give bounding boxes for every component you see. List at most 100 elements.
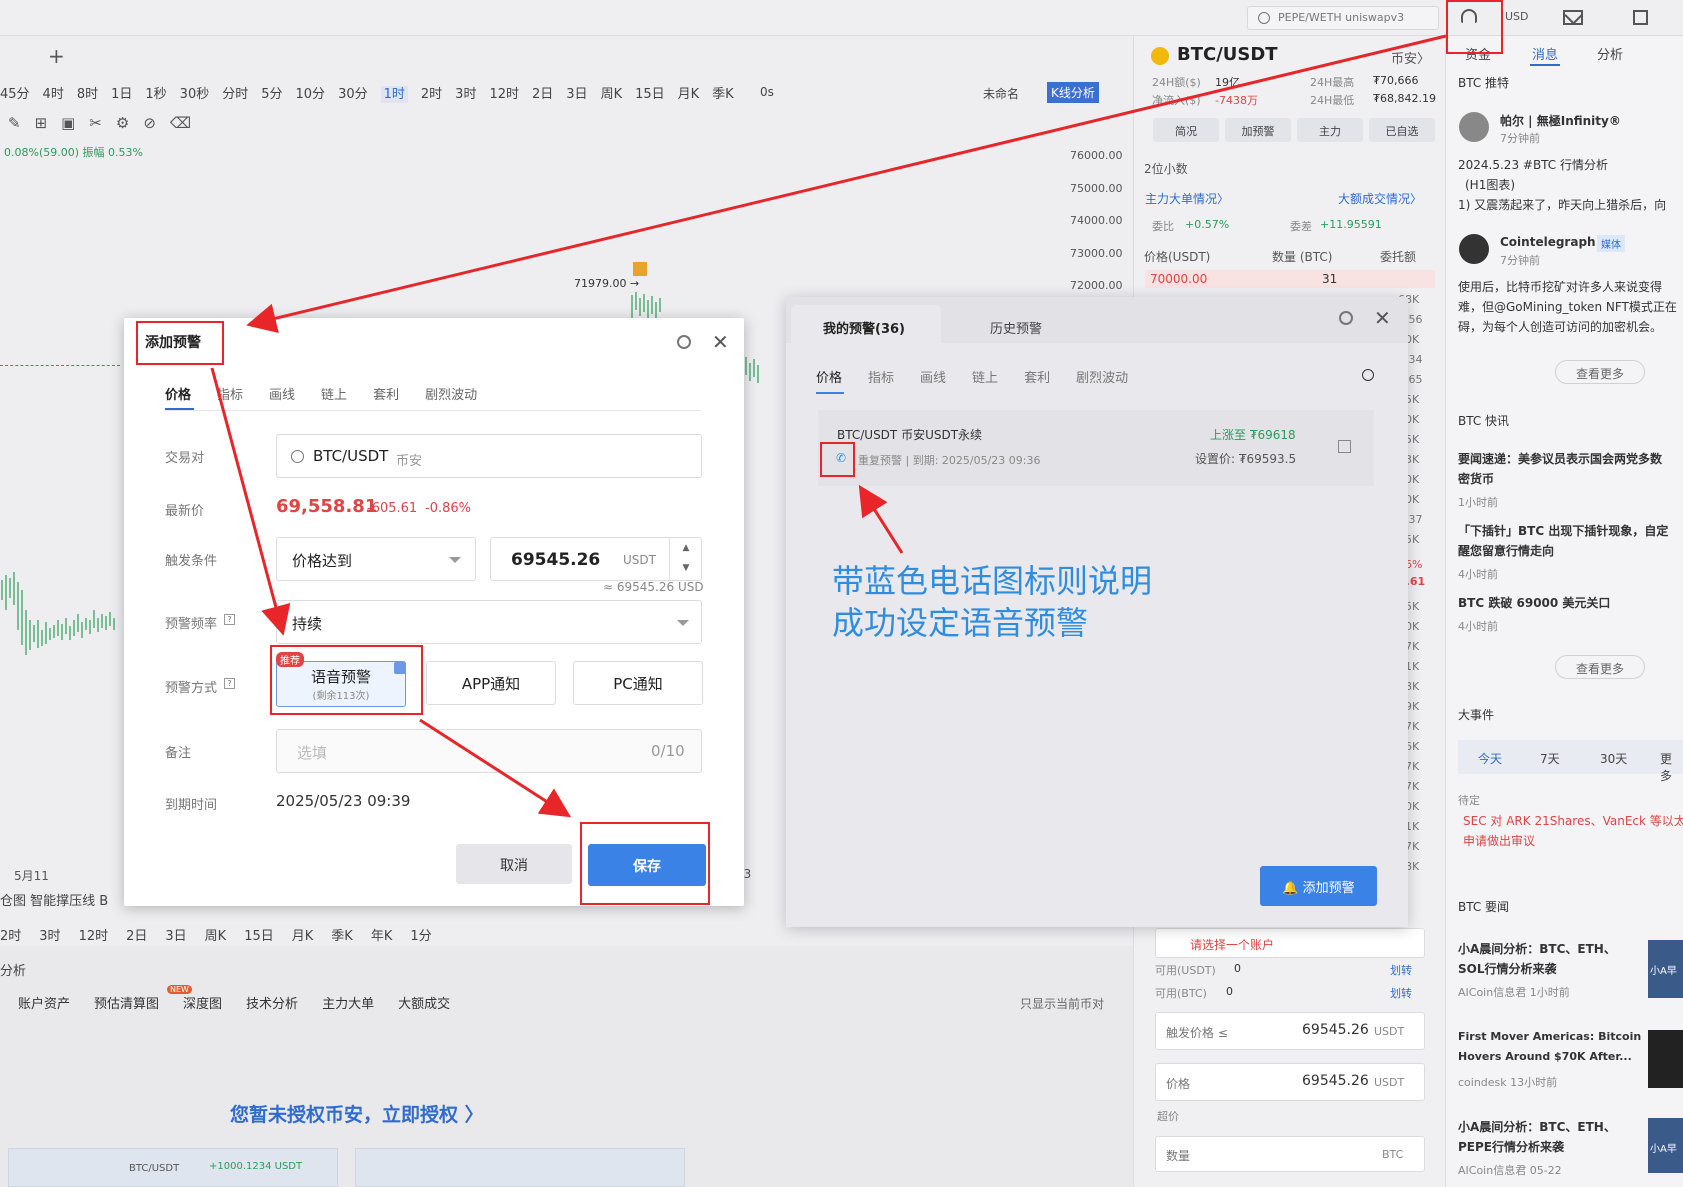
- flash-line[interactable]: 密货币: [1458, 470, 1494, 487]
- k-analysis-button[interactable]: K线分析: [1047, 82, 1099, 103]
- help-icon[interactable]: ?: [224, 614, 235, 625]
- flash-line[interactable]: 「下插针」BTC 出现下插针现象，自定: [1458, 522, 1668, 539]
- drawing-toolbar[interactable]: ✎⊞▣✂⚙⊘⌫: [8, 114, 205, 132]
- app-notify-option[interactable]: APP通知: [426, 661, 556, 705]
- search-icon[interactable]: [1362, 369, 1374, 381]
- tab-analysis[interactable]: 分析: [1597, 44, 1623, 63]
- pc-notify-option[interactable]: PC通知: [573, 661, 703, 705]
- zero-label[interactable]: 0s: [760, 85, 774, 99]
- close-icon[interactable]: ✕: [712, 330, 729, 354]
- author-name[interactable]: 帕尔 | 無極Infinity®: [1500, 112, 1621, 129]
- news-thumb[interactable]: [1648, 1030, 1683, 1088]
- promo-thumb-1[interactable]: BTC/USDT +1000.1234 USDT: [8, 1148, 338, 1187]
- tab-news[interactable]: 消息: [1532, 44, 1558, 63]
- add-alert-button[interactable]: 🔔 添加预警: [1260, 866, 1377, 906]
- add-tab-icon[interactable]: +: [48, 44, 65, 68]
- tab-my-alerts[interactable]: 我的预警(36): [823, 318, 905, 337]
- help-icon[interactable]: ?: [224, 678, 235, 689]
- edit-icon[interactable]: [1338, 440, 1351, 453]
- flash-line[interactable]: BTC 跌破 69000 美元关口: [1458, 594, 1610, 611]
- layout-name[interactable]: 未命名: [983, 85, 1019, 102]
- watch-line[interactable]: PEPE行情分析来袭: [1458, 1138, 1564, 1155]
- tf-item[interactable]: 1日: [111, 87, 132, 102]
- tf-item-active[interactable]: 1时: [380, 86, 408, 103]
- frequency-select[interactable]: 持续: [276, 600, 702, 644]
- watch-line[interactable]: Hovers Around $70K After...: [1458, 1050, 1632, 1063]
- post-line[interactable]: 2024.5.23 #BTC 行情分析: [1458, 156, 1608, 173]
- tf-item[interactable]: 2时: [421, 87, 442, 102]
- tf-item[interactable]: 4时: [43, 87, 64, 102]
- main-force-button[interactable]: 主力: [1297, 118, 1363, 142]
- avatar[interactable]: [1459, 234, 1489, 264]
- overview-button[interactable]: 简况: [1153, 118, 1219, 142]
- tf-item[interactable]: 30秒: [180, 87, 210, 102]
- tf-item[interactable]: 3时: [455, 87, 476, 102]
- tf-item[interactable]: 15日: [635, 87, 665, 102]
- event-tab-today[interactable]: 今天: [1478, 750, 1502, 767]
- event-tab-7d[interactable]: 7天: [1540, 750, 1560, 767]
- main-order-link[interactable]: 主力大单情况〉: [1145, 190, 1229, 207]
- post-line[interactable]: (H1图表): [1465, 176, 1515, 193]
- account-select[interactable]: 请选择一个账户: [1155, 928, 1425, 958]
- tf-item[interactable]: 10分: [296, 87, 326, 102]
- pair-input[interactable]: BTC/USDT 币安: [276, 434, 702, 478]
- promo-thumb-2[interactable]: [355, 1148, 685, 1187]
- tf-item[interactable]: 月K: [678, 87, 700, 102]
- tab-drawing[interactable]: 画线: [269, 388, 295, 403]
- ob-exchange[interactable]: 币安〉: [1391, 48, 1430, 67]
- post-line[interactable]: 使用后，比特币挖矿对许多人来说变得: [1458, 278, 1662, 295]
- tab-tech[interactable]: 技术分析: [246, 997, 298, 1012]
- tab-onchain[interactable]: 链上: [321, 388, 347, 403]
- tf-item[interactable]: 1秒: [145, 87, 166, 102]
- add-alert-ob-button[interactable]: 加预警: [1225, 118, 1291, 142]
- note-input[interactable]: 选填 0/10: [276, 729, 702, 773]
- popout-icon[interactable]: [1633, 10, 1648, 25]
- tf-item[interactable]: 2日: [532, 87, 553, 102]
- tab-depth[interactable]: 深度图: [183, 997, 222, 1012]
- stepper[interactable]: ▲ ▼: [669, 538, 702, 581]
- watch-line[interactable]: 小A晨间分析：BTC、ETH、: [1458, 1118, 1616, 1135]
- watch-line[interactable]: First Mover Americas: Bitcoin: [1458, 1030, 1641, 1043]
- avatar[interactable]: [1459, 112, 1489, 142]
- condition-value-input[interactable]: 69545.26 USDT ▲ ▼: [490, 537, 702, 581]
- event-line[interactable]: 申请做出审议: [1463, 832, 1535, 849]
- big-trade-link[interactable]: 大额成交情况〉: [1338, 190, 1422, 207]
- flash-line[interactable]: 要闻速递：美参议员表示国会两党多数: [1458, 450, 1662, 467]
- condition-select[interactable]: 价格达到: [276, 537, 476, 581]
- tab-main-order[interactable]: 主力大单: [322, 997, 374, 1012]
- tf-item[interactable]: 季K: [712, 87, 734, 102]
- more-button[interactable]: 查看更多: [1555, 655, 1645, 679]
- favorited-button[interactable]: 已自选: [1369, 118, 1435, 142]
- news-thumb[interactable]: 小A早: [1648, 1118, 1683, 1173]
- tab-account[interactable]: 账户资产: [18, 997, 70, 1012]
- news-thumb[interactable]: 小A早: [1648, 940, 1683, 998]
- tab-price[interactable]: 价格: [165, 388, 191, 403]
- tab-arbitrage[interactable]: 套利: [373, 388, 399, 403]
- tf-item[interactable]: 周K: [601, 87, 623, 102]
- tab-indicator[interactable]: 指标: [217, 388, 243, 403]
- event-tab-more[interactable]: 更多: [1660, 750, 1683, 784]
- watch-line[interactable]: 小A晨间分析：BTC、ETH、: [1458, 940, 1616, 957]
- settings-icon[interactable]: [1339, 311, 1353, 325]
- tf-item[interactable]: 3日: [566, 87, 587, 102]
- transfer-link[interactable]: 划转: [1390, 985, 1412, 1001]
- cancel-button[interactable]: 取消: [456, 844, 572, 884]
- indicator-row[interactable]: 仓图 智能撑压线 B: [0, 890, 108, 909]
- tab-volatility[interactable]: 剧烈波动: [425, 388, 477, 403]
- mail-icon[interactable]: [1563, 10, 1583, 25]
- more-button[interactable]: 查看更多: [1555, 360, 1645, 384]
- tf-item[interactable]: 30分: [338, 87, 368, 102]
- overprice-label[interactable]: 超价: [1157, 1108, 1179, 1124]
- post-line[interactable]: 难，但@GoMining_token NFT模式正在: [1458, 298, 1677, 315]
- transfer-link[interactable]: 划转: [1390, 962, 1412, 978]
- alert-item[interactable]: [818, 410, 1374, 486]
- only-current-checkbox[interactable]: 只显示当前币对: [1020, 995, 1104, 1012]
- expire-time[interactable]: 2025/05/23 09:39: [276, 792, 410, 810]
- order-price-input[interactable]: 价格 69545.26 USDT: [1155, 1063, 1425, 1101]
- qty-input[interactable]: 数量 BTC: [1155, 1136, 1425, 1172]
- tab-liquidation[interactable]: 预估清算图: [94, 997, 159, 1012]
- tab-big-trade[interactable]: 大额成交: [398, 997, 450, 1012]
- tf-item[interactable]: 分时: [222, 87, 248, 102]
- symbol-search[interactable]: PEPE/WETH uniswapv3: [1247, 6, 1439, 30]
- decimals-select[interactable]: 2位小数: [1144, 160, 1188, 177]
